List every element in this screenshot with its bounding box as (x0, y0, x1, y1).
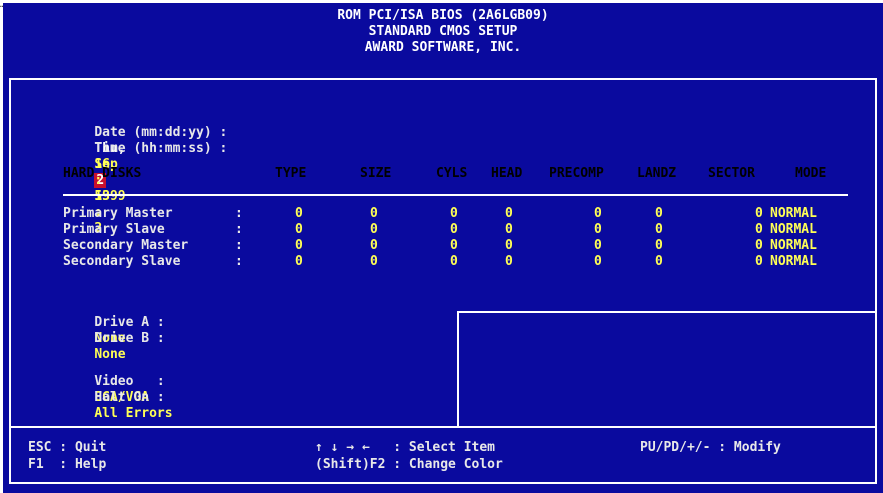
disk-head[interactable]: 0 (505, 222, 513, 238)
bios-header: ROM PCI/ISA BIOS (2A6LGB09) STANDARD CMO… (3, 8, 883, 56)
disk-name: Primary Slave (63, 222, 165, 237)
header-divider (63, 194, 848, 196)
disk-precomp[interactable]: 0 (594, 238, 602, 254)
change-color-hint: (Shift)F2 : Change Color (315, 457, 503, 472)
disk-landz[interactable]: 0 (655, 254, 663, 270)
disk-head[interactable]: 0 (505, 254, 513, 270)
row-colon: : (235, 254, 243, 269)
disk-head[interactable]: 0 (505, 238, 513, 254)
info-panel (457, 311, 877, 428)
esc-quit-hint: ESC : Quit (28, 440, 107, 455)
disk-mode[interactable]: NORMAL (770, 254, 817, 270)
disk-cyls[interactable]: 0 (450, 222, 458, 238)
disk-name: Secondary Slave (63, 254, 181, 269)
header-hard-disks: HARD DISKS (63, 166, 142, 181)
header-mode: MODE (795, 166, 827, 181)
modify-hint: PU/PD/+/- : Modify (640, 440, 781, 455)
disk-precomp[interactable]: 0 (594, 254, 602, 270)
row-colon: : (235, 206, 243, 221)
disk-sector[interactable]: 0 (755, 222, 763, 238)
bios-screen: ROM PCI/ISA BIOS (2A6LGB09) STANDARD CMO… (3, 3, 883, 493)
header-size: SIZE (360, 166, 392, 181)
disk-mode[interactable]: NORMAL (770, 206, 817, 222)
time-label: Time (hh:mm:ss) : (94, 141, 228, 156)
disk-size: 0 (370, 238, 378, 253)
disk-cyls[interactable]: 0 (450, 238, 458, 254)
vendor-name: AWARD SOFTWARE, INC. (364, 40, 522, 55)
disk-precomp[interactable]: 0 (594, 206, 602, 222)
header-type: TYPE (275, 166, 307, 181)
header-precomp: PRECOMP (549, 166, 604, 181)
header-sector: SECTOR (708, 166, 755, 181)
page-title: STANDARD CMOS SETUP (368, 24, 518, 39)
disk-type[interactable]: 0 (295, 254, 303, 270)
header-cyls: CYLS (436, 166, 468, 181)
disk-type[interactable]: 0 (295, 222, 303, 238)
bios-version: ROM PCI/ISA BIOS (2A6LGB09) (337, 8, 549, 23)
disk-name: Primary Master (63, 206, 173, 221)
disk-cyls[interactable]: 0 (450, 254, 458, 270)
time-minute[interactable]: 53 (94, 189, 110, 204)
disk-mode[interactable]: NORMAL (770, 238, 817, 254)
disk-cyls[interactable]: 0 (450, 206, 458, 222)
row-colon: : (235, 238, 243, 253)
disk-landz[interactable]: 0 (655, 222, 663, 238)
disk-sector[interactable]: 0 (755, 206, 763, 222)
disk-sector[interactable]: 0 (755, 238, 763, 254)
disk-sector[interactable]: 0 (755, 254, 763, 270)
disk-precomp[interactable]: 0 (594, 222, 602, 238)
disk-size: 0 (370, 206, 378, 221)
drive-b-label: Drive B : (94, 331, 165, 346)
disk-landz[interactable]: 0 (655, 206, 663, 222)
halt-on-label: Halt On : (94, 390, 165, 405)
disk-head[interactable]: 0 (505, 206, 513, 222)
halt-on-value[interactable]: All Errors (94, 406, 172, 421)
footer-divider (9, 426, 877, 428)
header-head: HEAD (491, 166, 523, 181)
f1-help-hint: F1 : Help (28, 457, 107, 472)
select-item-hint: ↑ ↓ → ← : Select Item (315, 440, 496, 455)
disk-landz[interactable]: 0 (655, 238, 663, 254)
disk-size: 0 (370, 222, 378, 237)
disk-type[interactable]: 0 (295, 206, 303, 222)
halt-on-row: Halt On : All Errors (63, 374, 172, 438)
disk-name: Secondary Master (63, 238, 189, 253)
disk-mode[interactable]: NORMAL (770, 222, 817, 238)
header-landz: LANDZ (637, 166, 677, 181)
disk-type[interactable]: 0 (295, 238, 303, 254)
row-colon: : (235, 222, 243, 237)
disk-size: 0 (370, 254, 378, 269)
